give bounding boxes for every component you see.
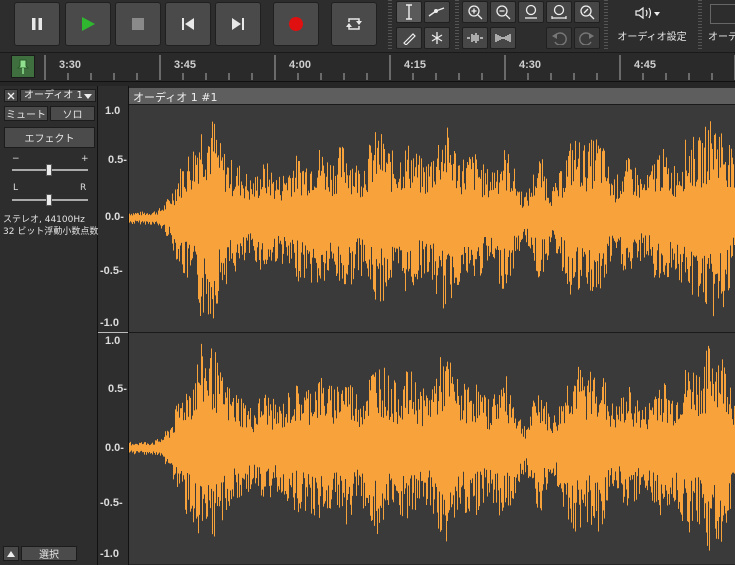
envelope-icon	[428, 7, 445, 17]
share-icon	[710, 4, 735, 24]
gain-slider-thumb[interactable]	[46, 164, 52, 176]
gain-minus-label: −	[12, 154, 20, 164]
zoom-in-button[interactable]	[462, 1, 488, 23]
zoom-toggle-button[interactable]	[574, 1, 600, 23]
i-beam-icon	[406, 4, 412, 20]
zoom-out-icon	[496, 5, 511, 20]
track-waveform-area[interactable]: 1.0 0.5- 0.0- -0.5- -1.0 1.0 0.5- 0.0- -…	[98, 86, 735, 565]
scale-label: -1.0	[100, 548, 119, 560]
ruler-tick-label: 4:15	[404, 59, 427, 71]
ruler-tick-label: 4:30	[519, 59, 542, 71]
ruler-tick-label: 4:45	[634, 59, 657, 71]
draw-tool-button[interactable]	[396, 27, 422, 49]
skip-to-end-icon	[232, 18, 244, 30]
skip-to-end-button[interactable]	[215, 2, 261, 46]
zoom-out-button[interactable]	[490, 1, 516, 23]
solo-button[interactable]: ソロ	[50, 106, 95, 121]
chevron-down-icon	[84, 94, 92, 99]
clip-header[interactable]: オーディオ 1 #1	[129, 88, 735, 105]
fit-selection-button[interactable]	[518, 1, 544, 23]
toolbar-separator	[604, 0, 608, 50]
toolbar-separator	[698, 0, 702, 50]
zoom-toggle-icon	[580, 5, 595, 20]
speaker-icon	[634, 5, 660, 25]
redo-icon	[579, 32, 594, 45]
fit-project-button[interactable]	[546, 1, 572, 23]
loop-button[interactable]	[331, 2, 377, 46]
close-track-button[interactable]	[4, 89, 18, 102]
select-track-button[interactable]: 選択	[21, 546, 77, 561]
stop-button[interactable]	[115, 2, 161, 46]
scale-label: -0.5-	[100, 265, 123, 277]
skip-to-start-button[interactable]	[165, 2, 211, 46]
loop-icon	[346, 18, 362, 30]
multi-tool-button[interactable]	[424, 27, 450, 49]
audio-settings-label: オーディオ設定	[617, 32, 687, 43]
channel-divider	[98, 332, 128, 333]
waveform-canvas[interactable]	[129, 105, 735, 564]
silence-button[interactable]	[490, 27, 516, 49]
chevron-up-icon	[7, 550, 15, 557]
track-control-panel: オーディオ 1 ミュート ソロ エフェクト − + L R ステレオ, 4410…	[0, 86, 98, 565]
pan-left-label: L	[13, 183, 19, 193]
share-audio-button[interactable]: オーデ	[706, 1, 735, 49]
gain-plus-label: +	[81, 154, 89, 164]
audio-settings-button[interactable]: オーディオ設定	[612, 1, 692, 49]
ruler-tick-label: 3:45	[174, 59, 197, 71]
gain-slider[interactable]	[12, 164, 88, 176]
zoom-fit-icon	[551, 4, 567, 19]
pan-slider[interactable]	[12, 194, 88, 206]
vertical-scale[interactable]: 1.0 0.5- 0.0- -0.5- -1.0 1.0 0.5- 0.0- -…	[98, 86, 129, 565]
collapse-track-button[interactable]	[3, 546, 19, 561]
undo-icon	[552, 32, 567, 45]
trim-button[interactable]	[462, 27, 488, 49]
mute-button[interactable]: ミュート	[4, 106, 48, 121]
clip-title: オーディオ 1 #1	[133, 91, 218, 104]
redo-button[interactable]	[574, 27, 600, 49]
zoom-selection-icon	[525, 4, 537, 19]
trim-audio-icon	[467, 33, 483, 43]
pencil-icon	[403, 33, 416, 45]
track-bit-depth-info: 32 ビット浮動小数点数	[3, 227, 99, 237]
track-name-menu[interactable]: オーディオ 1	[20, 89, 96, 102]
close-icon	[7, 92, 15, 99]
undo-button[interactable]	[546, 27, 572, 49]
asterisk-icon	[431, 32, 443, 44]
pause-button[interactable]	[14, 2, 60, 46]
toolbar-separator	[455, 0, 459, 50]
envelope-tool-button[interactable]	[424, 1, 450, 23]
effects-button[interactable]: エフェクト	[4, 127, 95, 148]
ruler-tick-label: 4:00	[289, 59, 312, 71]
play-icon	[82, 17, 95, 31]
pause-icon	[32, 18, 42, 30]
track-name: オーディオ 1	[24, 90, 83, 101]
ruler-tick-label: 3:30	[59, 59, 82, 71]
play-button[interactable]	[65, 2, 111, 46]
toolbar-separator	[388, 0, 392, 50]
record-button[interactable]	[273, 2, 319, 46]
skip-to-start-icon	[182, 18, 194, 30]
share-audio-label: オーデ	[708, 32, 735, 43]
pan-slider-thumb[interactable]	[46, 194, 52, 206]
ruler-ticks	[44, 55, 735, 80]
scale-label: -1.0	[100, 317, 119, 329]
selection-tool-button[interactable]	[396, 1, 422, 23]
pan-right-label: R	[80, 183, 87, 193]
stop-icon	[132, 18, 144, 30]
zoom-in-icon	[468, 5, 483, 20]
timeline-ruler[interactable]: 3:30 3:45 4:00 4:15 4:30 4:45	[0, 53, 735, 82]
scale-label: -0.5-	[100, 497, 123, 509]
record-icon	[289, 17, 303, 31]
toolbar: オーディオ設定 オーデ	[0, 0, 735, 53]
silence-audio-icon	[495, 34, 511, 42]
